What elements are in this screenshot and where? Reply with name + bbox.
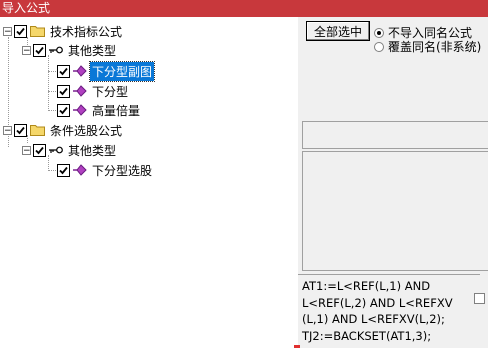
tree-node-item3[interactable]: 高量倍量 bbox=[57, 101, 142, 119]
folder-icon bbox=[30, 124, 45, 136]
collapse-icon[interactable]: − bbox=[22, 45, 31, 55]
formula-icon bbox=[73, 104, 87, 116]
item1-checkbox[interactable] bbox=[57, 64, 70, 78]
tree-node-label: 下分型选股 bbox=[92, 163, 153, 178]
info-field bbox=[302, 121, 488, 149]
item2-checkbox[interactable] bbox=[57, 84, 70, 98]
code-line: L<REF(L,2) AND L<REFXV bbox=[302, 295, 453, 310]
collapse-icon[interactable]: − bbox=[3, 26, 12, 36]
group2-checkbox[interactable] bbox=[33, 143, 46, 157]
window-title: 导入公式 bbox=[2, 1, 51, 15]
tree-node-label: 高量倍量 bbox=[92, 103, 141, 118]
radio-overwrite[interactable]: 覆盖同名(非系统) bbox=[374, 38, 481, 55]
tree-node-item4[interactable]: 下分型选股 bbox=[57, 161, 154, 179]
title-bar: 导入公式 bbox=[0, 0, 488, 17]
key-icon bbox=[49, 145, 63, 155]
options-panel: 全部选中 不导入同名公式 覆盖同名(非系统) AT1:=L<REF(L,1) A… bbox=[298, 17, 488, 348]
code-line: TJ2:=BACKSET(AT1,3); bbox=[302, 328, 432, 343]
tree-connector bbox=[48, 55, 49, 111]
tree-node-label: 下分型 bbox=[92, 84, 129, 99]
tree-node-root1[interactable]: − 技术指标公式 bbox=[3, 22, 124, 40]
description-area bbox=[302, 151, 488, 271]
tree-node-label: 下分型副图 bbox=[88, 60, 156, 82]
group1-checkbox[interactable] bbox=[33, 43, 46, 57]
tree-node-group2[interactable]: − 其他类型 bbox=[22, 141, 118, 159]
key-icon bbox=[49, 45, 63, 55]
code-line: AT1:=L<REF(L,1) AND bbox=[302, 279, 431, 293]
folder-icon bbox=[30, 25, 45, 37]
root2-checkbox[interactable] bbox=[14, 123, 27, 137]
item4-checkbox[interactable] bbox=[57, 163, 70, 177]
collapse-icon[interactable]: − bbox=[3, 125, 12, 135]
item3-checkbox[interactable] bbox=[57, 103, 70, 117]
code-line: (L,1) AND L<REFXV(L,2); bbox=[302, 312, 445, 326]
formula-code-box[interactable]: AT1:=L<REF(L,1) AND L<REF(L,2) AND L<REF… bbox=[298, 274, 480, 348]
formula-icon bbox=[73, 85, 87, 97]
formula-tree[interactable]: − 技术指标公式 − 其他类型 下分型副图 下分型 高量倍量 − 条件选股公式 … bbox=[0, 17, 298, 348]
select-all-button[interactable]: 全部选中 bbox=[306, 21, 370, 41]
tree-node-label: 技术指标公式 bbox=[50, 24, 123, 39]
root1-checkbox[interactable] bbox=[14, 24, 27, 38]
collapse-icon[interactable]: − bbox=[22, 145, 31, 155]
formula-icon bbox=[73, 65, 87, 77]
radio-label: 覆盖同名(非系统) bbox=[388, 40, 482, 54]
tree-node-group1[interactable]: − 其他类型 bbox=[22, 41, 118, 59]
tree-node-label: 其他类型 bbox=[68, 143, 117, 158]
tree-node-label: 条件选股公式 bbox=[50, 123, 123, 138]
tree-node-label: 其他类型 bbox=[68, 43, 117, 58]
radio-button[interactable] bbox=[374, 41, 384, 52]
formula-icon bbox=[73, 164, 87, 176]
tree-node-item1[interactable]: 下分型副图 bbox=[57, 60, 156, 82]
tree-node-root2[interactable]: − 条件选股公式 bbox=[3, 121, 124, 139]
code-option-checkbox[interactable] bbox=[474, 293, 485, 304]
tree-node-item2[interactable]: 下分型 bbox=[57, 82, 130, 100]
radio-button-selected[interactable] bbox=[374, 27, 384, 38]
